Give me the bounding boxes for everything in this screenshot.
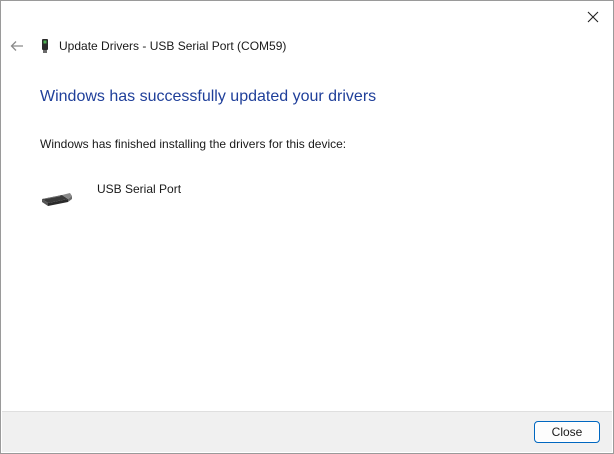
close-button[interactable]: Close: [534, 421, 600, 443]
success-heading: Windows has successfully updated your dr…: [40, 88, 377, 105]
usb-device-icon: [39, 38, 51, 54]
update-drivers-dialog: Update Drivers - USB Serial Port (COM59)…: [0, 0, 614, 454]
device-name: USB Serial Port: [97, 182, 182, 196]
dialog-title-bar: Update Drivers - USB Serial Port (COM59): [39, 38, 286, 54]
serial-port-connector-icon: [40, 187, 74, 209]
install-message: Windows has finished installing the driv…: [40, 137, 347, 151]
dialog-title: Update Drivers - USB Serial Port (COM59): [59, 39, 287, 53]
dialog-footer: Close: [2, 411, 612, 452]
close-icon[interactable]: [581, 7, 605, 27]
back-arrow-icon[interactable]: [9, 38, 25, 54]
